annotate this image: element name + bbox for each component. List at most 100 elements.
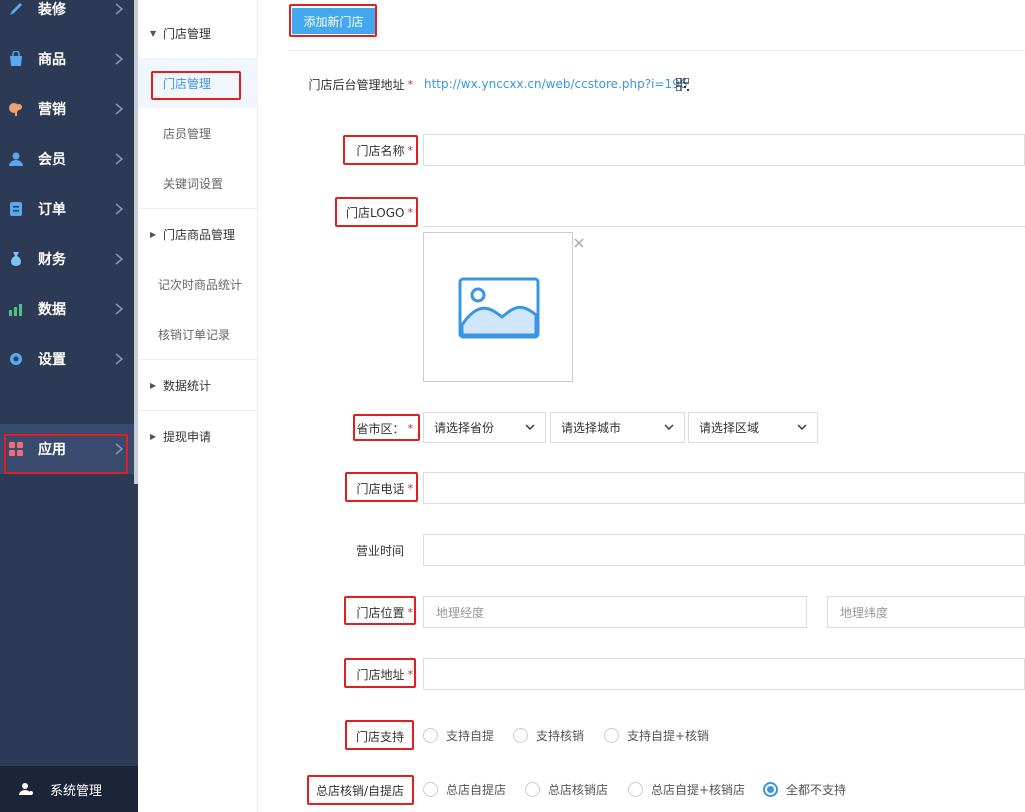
sidebar-item-data[interactable]: 数据 bbox=[0, 284, 134, 334]
hours-label-wrap: 营业时间 bbox=[234, 540, 404, 560]
add-store-button[interactable]: 添加新门店 bbox=[292, 8, 375, 34]
longitude-placeholder: 地理经度 bbox=[436, 605, 485, 620]
chart-icon bbox=[8, 301, 24, 317]
store-logo-input[interactable] bbox=[423, 195, 1025, 227]
sidebar-item-members[interactable]: 会员 bbox=[0, 134, 134, 184]
hq-pickup-radio[interactable]: 总店自提店 bbox=[423, 781, 506, 798]
brush-icon bbox=[8, 1, 24, 17]
subnav-item-label: 店员管理 bbox=[163, 126, 212, 141]
radio-label: 支持核销 bbox=[536, 729, 585, 743]
required-mark: * bbox=[407, 667, 414, 681]
sidebar-item-orders[interactable]: 订单 bbox=[0, 184, 134, 234]
shopping-bag-icon bbox=[8, 51, 24, 67]
store-form: 添加新门店 门店后台管理地址 * http://wx.ynccxx.cn/web… bbox=[258, 0, 1025, 812]
subnav-item-label: 核销订单记录 bbox=[158, 327, 231, 342]
subnav-item-staff[interactable]: 店员管理 bbox=[138, 108, 258, 158]
latitude-input[interactable]: 地理纬度 bbox=[827, 596, 1025, 628]
money-bag-icon bbox=[8, 251, 24, 267]
subnav-item-timed-stats[interactable]: 记次时商品统计 bbox=[138, 259, 258, 309]
sidebar-item-label: 财务 bbox=[38, 252, 66, 268]
sidebar-item-finance[interactable]: 财务 bbox=[0, 234, 134, 284]
district-select[interactable]: 请选择区域 bbox=[688, 412, 818, 443]
support-label-wrap: 门店支持 bbox=[234, 726, 404, 746]
subnav-group-store[interactable]: ▼ 门店管理 bbox=[138, 8, 258, 58]
subnav-group-label: 门店商品管理 bbox=[163, 227, 236, 242]
radio-circle bbox=[423, 728, 438, 743]
sidebar-item-apps[interactable]: 应用 bbox=[0, 424, 134, 474]
store-name-input[interactable] bbox=[423, 134, 1025, 166]
address-input[interactable] bbox=[423, 658, 1025, 690]
subnav-item-store-manage[interactable]: 门店管理 bbox=[138, 58, 258, 108]
hours-input[interactable] bbox=[423, 534, 1025, 566]
sidebar-item-label: 装修 bbox=[38, 2, 66, 18]
city-select-value: 请选择城市 bbox=[561, 421, 622, 435]
sidebar-item-label: 应用 bbox=[38, 442, 66, 458]
support-both-radio[interactable]: 支持自提+核销 bbox=[604, 727, 709, 744]
radio-label: 总店自提+核销店 bbox=[651, 783, 746, 797]
sidebar-item-products[interactable]: 商品 bbox=[0, 34, 134, 84]
chevron-right-icon bbox=[115, 303, 124, 315]
sidebar-item-label: 商品 bbox=[38, 52, 66, 68]
address-label-wrap: 门店地址 * bbox=[243, 664, 413, 684]
province-select-value: 请选择省份 bbox=[434, 421, 495, 435]
subnav-group-store-goods[interactable]: ▶ 门店商品管理 bbox=[138, 209, 258, 259]
radio-circle bbox=[423, 782, 438, 797]
hq-verify-radio[interactable]: 总店核销店 bbox=[525, 781, 608, 798]
logo-upload-box[interactable] bbox=[423, 232, 573, 382]
member-icon bbox=[8, 151, 24, 167]
phone-label: 门店电话 bbox=[356, 481, 405, 496]
city-select[interactable]: 请选择城市 bbox=[550, 412, 685, 443]
main-sidebar: 装修 商品 营销 会员 订单 财务 数据 设置 应用 系统管理 bbox=[0, 0, 138, 812]
subnav-item-label: 关键词设置 bbox=[163, 176, 224, 191]
caret-down-icon: ▼ bbox=[150, 28, 157, 38]
subnav-group-withdraw[interactable]: ▶ 提现申请 bbox=[138, 411, 258, 461]
marketing-icon bbox=[8, 101, 24, 117]
chevron-down-icon bbox=[797, 424, 807, 430]
required-mark: * bbox=[407, 421, 414, 435]
chevron-right-icon bbox=[115, 253, 124, 265]
sidebar-item-settings[interactable]: 设置 bbox=[0, 334, 134, 384]
qrcode-icon[interactable] bbox=[676, 78, 689, 91]
radio-circle bbox=[628, 782, 643, 797]
support-pickup-radio[interactable]: 支持自提 bbox=[423, 727, 494, 744]
gear-icon bbox=[8, 351, 24, 367]
chevron-right-icon bbox=[115, 103, 124, 115]
radio-label: 总店核销店 bbox=[548, 783, 609, 797]
store-name-label: 门店名称 bbox=[356, 143, 405, 158]
backend-url-label-wrap: 门店后台管理地址 * bbox=[243, 74, 413, 94]
close-icon[interactable] bbox=[574, 238, 584, 248]
caret-right-icon: ▶ bbox=[150, 229, 157, 239]
required-mark: * bbox=[407, 143, 414, 157]
sidebar-item-decoration[interactable]: 装修 bbox=[0, 0, 134, 34]
sidebar-item-marketing[interactable]: 营销 bbox=[0, 84, 134, 134]
hq-label: 总店核销/自提店 bbox=[315, 783, 404, 798]
system-management-button[interactable]: 系统管理 bbox=[0, 766, 138, 812]
region-label: 省市区： bbox=[356, 421, 405, 436]
subnav-group-data-stats[interactable]: ▶ 数据统计 bbox=[138, 360, 258, 410]
backend-url-link[interactable]: http://wx.ynccxx.cn/web/ccstore.php?i=19… bbox=[424, 77, 687, 91]
hq-none-radio[interactable]: 全都不支持 bbox=[763, 781, 846, 798]
radio-label: 总店自提店 bbox=[446, 783, 507, 797]
store-logo-label: 门店LOGO bbox=[346, 205, 405, 220]
sidebar-item-label: 订单 bbox=[38, 202, 66, 218]
radio-circle bbox=[513, 728, 528, 743]
subnav-item-verify-records[interactable]: 核销订单记录 bbox=[138, 309, 258, 359]
phone-input[interactable] bbox=[423, 472, 1025, 504]
sub-navigation: ▼ 门店管理 门店管理 店员管理 关键词设置 ▶ 门店商品管理 记次时商品统计 … bbox=[138, 0, 258, 812]
region-label-wrap: 省市区： * bbox=[243, 418, 413, 438]
longitude-input[interactable]: 地理经度 bbox=[423, 596, 807, 628]
hq-both-radio[interactable]: 总店自提+核销店 bbox=[628, 781, 745, 798]
store-logo-label-wrap: 门店LOGO * bbox=[243, 202, 413, 222]
address-label: 门店地址 bbox=[356, 667, 405, 682]
chevron-down-icon bbox=[525, 424, 535, 430]
required-mark: * bbox=[407, 605, 414, 619]
subnav-group-label: 提现申请 bbox=[163, 429, 212, 444]
support-verify-radio[interactable]: 支持核销 bbox=[513, 727, 584, 744]
radio-circle-selected bbox=[763, 782, 778, 797]
divider bbox=[288, 50, 1025, 51]
image-placeholder-icon bbox=[458, 277, 540, 339]
subnav-group-label: 门店管理 bbox=[163, 26, 212, 41]
province-select[interactable]: 请选择省份 bbox=[423, 412, 546, 443]
location-label-wrap: 门店位置 * bbox=[243, 602, 413, 622]
subnav-item-keywords[interactable]: 关键词设置 bbox=[138, 158, 258, 208]
